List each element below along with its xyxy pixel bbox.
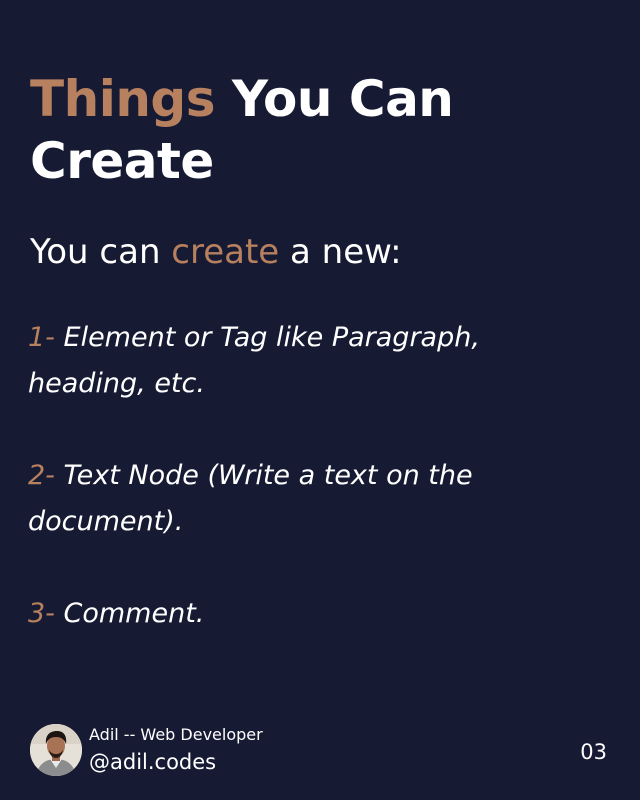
list-item-text: Comment.: [54, 598, 205, 629]
author-avatar: [30, 724, 82, 776]
author-name: Adil -- Web Developer: [89, 725, 263, 744]
list-item: 2- Text Node (Write a text on the docume…: [28, 453, 588, 545]
list-item: 3- Comment.: [28, 591, 588, 637]
intro-text: You can create a new:: [30, 228, 402, 276]
list-item-text: Text Node (Write a text on the document)…: [28, 460, 473, 537]
list-item-text: Element or Tag like Paragraph, heading, …: [28, 322, 480, 399]
intro-after: a new:: [279, 232, 402, 272]
title-rest-line1: You Can: [215, 70, 454, 128]
list-item-number: 3-: [28, 598, 55, 629]
page-number: 03: [580, 740, 607, 764]
title-accent: Things: [30, 70, 216, 128]
intro-accent: create: [171, 232, 280, 272]
title-rest-line2: Create: [30, 132, 214, 190]
slide-title: Things You Can Create: [30, 68, 590, 192]
list-item: 1- Element or Tag like Paragraph, headin…: [28, 315, 588, 407]
author-handle: @adil.codes: [89, 750, 217, 774]
list-item-number: 1-: [28, 322, 55, 353]
avatar-icon: [30, 724, 82, 776]
intro-before: You can: [30, 232, 172, 272]
list-item-number: 2-: [28, 460, 55, 491]
